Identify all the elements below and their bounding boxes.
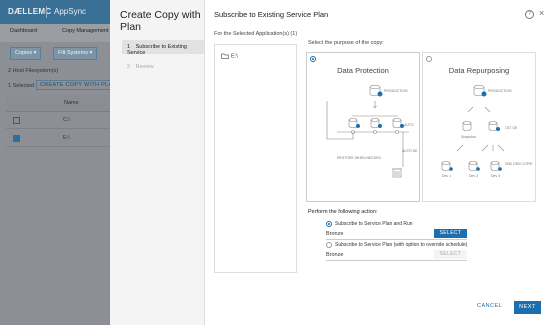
action-label: Perform the following action: [308, 209, 378, 215]
purpose-label: Select the purpose of the copy: [308, 40, 384, 46]
data-protection-diagram: PRODUCTION AUTO RESTORE WHEN NEEDED AUTO… [326, 84, 418, 178]
purpose-card-protection[interactable]: Data Protection PRODUCTION AUTO RESTORE … [306, 52, 420, 202]
second-gen-label: 2ND GEN COPIE [505, 162, 533, 166]
logo-divider [46, 6, 47, 18]
run-option-radio[interactable] [326, 221, 332, 227]
row-name: E:\ [63, 135, 70, 141]
filter-systems-button[interactable]: Filt Systems ▾ [53, 47, 98, 60]
next-button[interactable]: NEXT [514, 301, 541, 314]
selected-count: 1 Selected [8, 83, 34, 89]
step-subscribe[interactable]: 1 Subscribe to Existing Service [122, 40, 204, 56]
select-plan-button[interactable]: SELECT [434, 229, 467, 238]
table-row[interactable]: C:\ [6, 112, 116, 129]
close-icon[interactable]: × [539, 8, 544, 18]
plan-value: Bronze [326, 231, 344, 237]
dev-label: Dev 2 [469, 174, 478, 178]
tab-copy-management[interactable]: Copy Management [62, 28, 108, 34]
copies-button[interactable]: Copies ▾ [10, 47, 42, 60]
wizard-content: Subscribe to Existing Service Plan ? × F… [205, 0, 554, 325]
purpose-card-repurposing[interactable]: Data Repurposing PRODUCTION 1ST GE Snaps… [422, 52, 536, 202]
brand-logo: DÆLLEMC [8, 7, 52, 16]
app-list: E:\ [214, 44, 297, 273]
data-repurposing-diagram: PRODUCTION 1ST GE Snapshot 2ND GEN COPIE… [441, 84, 533, 178]
wizard-sidebar: Create Copy with Plan 1 Subscribe to Exi… [110, 0, 205, 325]
help-icon[interactable]: ? [525, 10, 534, 19]
override-option-radio[interactable] [326, 242, 332, 248]
restore-label: RESTORE WHEN NEEDED [337, 156, 382, 160]
dev-label: Dev 1 [442, 174, 451, 178]
production-label: PRODUCTION [384, 89, 408, 93]
folder-icon [221, 53, 229, 59]
row-name: C:\ [63, 117, 71, 123]
host-count: 2 Host Filesystem(s) [8, 68, 59, 74]
step-label: Subscribe to Existing Service [127, 44, 187, 56]
cancel-button[interactable]: CANCEL [477, 303, 502, 309]
step-label: Review [135, 64, 154, 70]
selected-apps-label: For the Selected Application(s) (1) [214, 31, 298, 37]
list-item[interactable]: E:\ [221, 53, 238, 59]
select-plan-button-disabled: SELECT [434, 250, 467, 259]
grid-header: Name [6, 95, 116, 112]
first-gen-label: 1ST GE [505, 126, 518, 130]
step-review[interactable]: 2 Review [122, 60, 204, 74]
override-option-label[interactable]: Subscribe to Service Plan (with option t… [335, 242, 467, 248]
app-name: AppSync [54, 7, 87, 16]
name-column-header[interactable]: Name [64, 100, 79, 106]
step-number: 2 [127, 64, 131, 70]
table-row[interactable]: E:\ [6, 130, 116, 147]
production-label: PRODUCTION [488, 89, 512, 93]
auto-label: AUTO [404, 123, 414, 127]
row-checkbox[interactable] [13, 117, 20, 124]
modal-title: Create Copy with Plan [120, 9, 201, 33]
run-option-label[interactable]: Subscribe to Service Plan and Run [335, 221, 413, 227]
page-title: Subscribe to Existing Service Plan [214, 10, 329, 19]
auto-delete-label: AUTO DE [402, 149, 418, 153]
snapshot-label: Snapshot [461, 135, 476, 139]
app-item-label: E:\ [231, 53, 238, 60]
dev-label: Dev 3 [491, 174, 500, 178]
plan-value: Bronze [326, 252, 344, 258]
create-copy-link[interactable]: CREATE COPY WITH PLAN [36, 80, 121, 90]
tab-dashboard[interactable]: Dashboard [10, 28, 37, 34]
row-checkbox[interactable] [13, 135, 20, 142]
